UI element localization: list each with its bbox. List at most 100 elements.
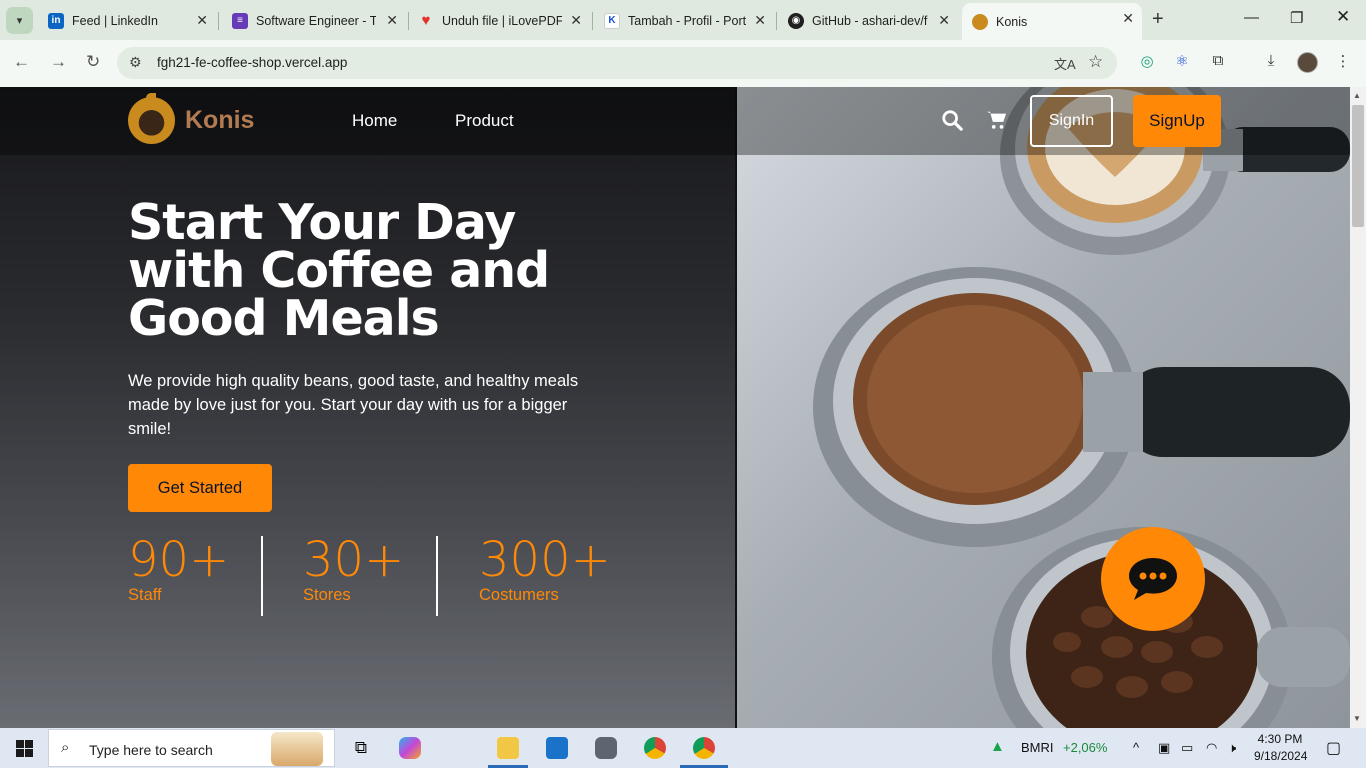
signup-button[interactable]: SignUp (1133, 95, 1221, 147)
search-highlight-image (271, 732, 323, 766)
camera-icon[interactable] (595, 737, 617, 759)
address-bar[interactable]: ⚙ fgh21-fe-coffee-shop.vercel.app 文A ☆ (117, 47, 1117, 79)
tab-title: Software Engineer - T (256, 13, 376, 28)
react-devtools-icon[interactable]: ⚛ (1172, 52, 1192, 72)
menu-kebab-icon[interactable]: ⋮ (1333, 52, 1353, 72)
stat-value: 90+ (128, 532, 230, 588)
back-icon[interactable]: ← (13, 52, 30, 72)
close-icon[interactable]: ✕ (386, 12, 398, 29)
wifi-icon[interactable]: ◠ (1206, 740, 1217, 756)
chat-bubble-icon (1129, 558, 1177, 600)
stat-label: Costumers (479, 586, 559, 604)
tab-kalibrr[interactable]: K Tambah - Profil - Port ✕ (594, 5, 774, 36)
clock-date: 9/18/2024 (1254, 749, 1308, 763)
mail-icon[interactable] (546, 737, 568, 759)
tab-linkedin[interactable]: in Feed | LinkedIn ✕ (38, 5, 216, 36)
volume-muted-icon[interactable]: 🕨 (1228, 740, 1236, 756)
coffee-logo-icon (128, 93, 175, 144)
tab-konis[interactable]: Konis ✕ (962, 3, 1142, 40)
forms-icon: ≡ (232, 12, 248, 29)
task-view-icon[interactable]: ⧉ (350, 737, 372, 759)
nav-product-link[interactable]: Product (455, 111, 514, 131)
close-icon[interactable]: ✕ (570, 12, 582, 29)
hero-divider (735, 87, 737, 728)
tray-app-icon[interactable]: ▣ (1158, 740, 1170, 756)
tab-github[interactable]: ◉ GitHub - ashari-dev/f ✕ (778, 5, 958, 36)
battery-icon[interactable]: ▭ (1181, 740, 1193, 756)
search-icon[interactable] (941, 109, 963, 131)
chrome-profile-icon[interactable] (693, 737, 715, 759)
notifications-icon[interactable]: ▢ (1326, 738, 1341, 758)
stat-label: Stores (303, 586, 351, 604)
stat-value: 300+ (479, 532, 611, 588)
tab-title: Konis (996, 14, 1028, 29)
stock-change[interactable]: +2,06% (1063, 740, 1107, 755)
signin-button[interactable]: SignIn (1030, 95, 1113, 147)
scroll-up-icon[interactable]: ▲ (1353, 91, 1361, 100)
clock-time: 4:30 PM (1257, 732, 1303, 746)
stat-divider (436, 536, 438, 616)
close-icon[interactable]: ✕ (1122, 10, 1134, 27)
stock-trend-icon: ▲ (990, 738, 1005, 755)
tab-separator (776, 12, 777, 30)
page-scrollbar[interactable]: ▲ ▼ (1350, 87, 1366, 728)
coffee-hero-image (737, 87, 1350, 728)
site-info-icon[interactable]: ⚙ (129, 54, 142, 71)
windows-start-icon[interactable] (16, 740, 33, 757)
chrome-icon[interactable] (644, 737, 666, 759)
chat-button[interactable] (1101, 527, 1205, 631)
forward-icon[interactable]: → (50, 52, 67, 72)
copilot-icon[interactable] (399, 737, 421, 759)
url-text[interactable]: fgh21-fe-coffee-shop.vercel.app (157, 55, 347, 70)
stat-value: 30+ (303, 532, 405, 588)
cart-icon[interactable] (985, 109, 1007, 131)
search-icon: ⌕ (61, 739, 70, 756)
windows-taskbar: ⌕ Type here to search ⧉ ▲ BMRI +2,06% ^ … (0, 728, 1366, 768)
tab-title: GitHub - ashari-dev/f (812, 13, 928, 28)
stat-customers: 300+ Costumers (479, 535, 611, 605)
scrollbar-thumb[interactable] (1352, 105, 1364, 227)
tab-title: Tambah - Profil - Port (628, 13, 747, 28)
stat-divider (261, 536, 263, 616)
system-clock[interactable]: 4:30 PM 9/18/2024 (1254, 731, 1308, 765)
reload-icon[interactable]: ↻ (86, 52, 100, 72)
file-explorer-icon[interactable] (497, 737, 519, 759)
taskbar-search-box[interactable]: ⌕ Type here to search (48, 729, 335, 767)
tab-title: Unduh file | iLovePDF (442, 13, 562, 28)
close-icon[interactable]: ✕ (938, 12, 950, 29)
brand-logo[interactable]: Konis (128, 93, 255, 144)
stat-stores: 30+ Stores (303, 535, 404, 605)
browser-toolbar: ← → ↻ ⚙ fgh21-fe-coffee-shop.vercel.app … (0, 40, 1366, 87)
tab-separator (218, 12, 219, 30)
hero-description: We provide high quality beans, good tast… (128, 372, 579, 438)
tab-ilovepdf[interactable]: ♥ Unduh file | iLovePDF ✕ (408, 5, 590, 36)
github-icon: ◉ (788, 12, 804, 29)
window-close-icon[interactable]: ✕ (1336, 7, 1350, 27)
close-icon[interactable]: ✕ (196, 12, 208, 29)
brand-name: Konis (185, 106, 255, 134)
new-tab-button[interactable]: + (1152, 8, 1164, 31)
get-started-button[interactable]: Get Started (128, 464, 272, 512)
restore-icon[interactable]: ❐ (1290, 9, 1303, 27)
extension-icon[interactable]: ◎ (1137, 52, 1157, 72)
close-icon[interactable]: ✕ (754, 12, 766, 29)
linkedin-icon: in (48, 12, 64, 29)
scroll-down-icon[interactable]: ▼ (1353, 714, 1361, 723)
nav-home-link[interactable]: Home (352, 111, 397, 131)
tray-chevron-icon[interactable]: ^ (1133, 740, 1139, 755)
translate-icon[interactable]: 文A (1054, 54, 1076, 73)
web-page: Konis Home Product SignIn SignUp Start Y… (0, 87, 1350, 728)
profile-avatar[interactable] (1297, 52, 1318, 73)
tab-search-button[interactable]: ▾ (6, 7, 33, 34)
tab-software-engineer[interactable]: ≡ Software Engineer - T ✕ (222, 5, 406, 36)
extensions-puzzle-icon[interactable]: ⧉ (1208, 52, 1228, 72)
taskbar-search-placeholder: Type here to search (89, 742, 213, 758)
download-icon[interactable]: ⤓ (1261, 52, 1281, 72)
kalibrr-icon: K (604, 12, 620, 29)
konis-icon (972, 13, 988, 30)
browser-tab-strip: ▾ in Feed | LinkedIn ✕ ≡ Software Engine… (0, 0, 1366, 40)
minimize-icon[interactable]: — (1244, 9, 1259, 26)
stock-ticker[interactable]: BMRI (1021, 740, 1054, 755)
bookmark-star-icon[interactable]: ☆ (1088, 52, 1103, 72)
tab-separator (592, 12, 593, 30)
